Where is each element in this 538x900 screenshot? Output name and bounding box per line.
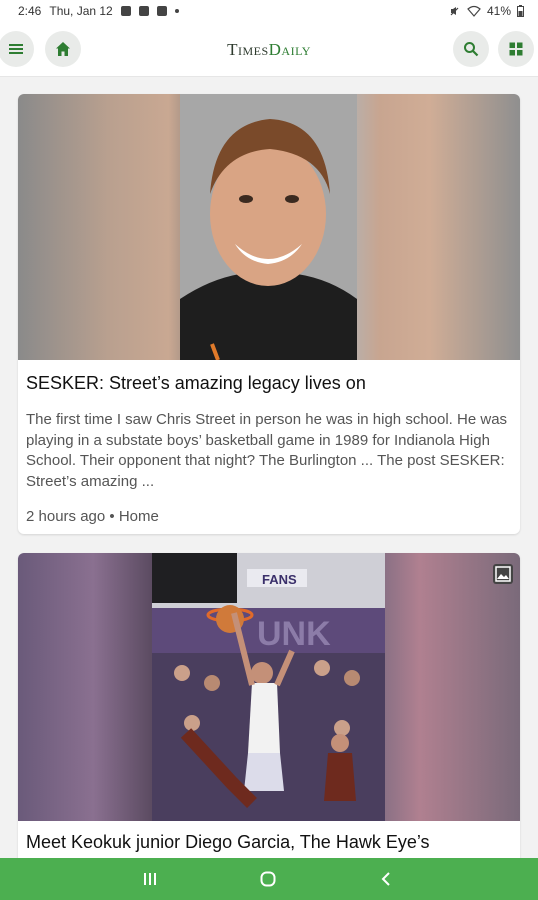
portrait-illustration [180, 94, 357, 360]
article-title[interactable]: Meet Keokuk junior Diego Garcia, The Haw… [26, 831, 510, 853]
search-icon [464, 42, 479, 57]
home-circle-icon [260, 871, 276, 887]
article-time: 2 hours ago [26, 508, 106, 525]
sections-button[interactable] [498, 31, 534, 67]
banner-text: FANS [262, 572, 297, 587]
article-image[interactable] [18, 94, 520, 360]
basketball-photo: FANS UNK [152, 553, 385, 821]
back-chevron-icon [381, 872, 390, 886]
photo-gallery-icon [493, 564, 513, 584]
status-bar: 2:46 Thu, Jan 12 41% [0, 0, 538, 24]
status-time: 2:46 [18, 4, 42, 18]
status-left: 2:46 Thu, Jan 12 [18, 4, 179, 18]
status-date: Thu, Jan 12 [49, 4, 113, 18]
article-image[interactable]: FANS UNK [18, 553, 520, 821]
article-card[interactable]: SESKER: Street’s amazing legacy lives on… [18, 94, 520, 534]
more-notifications-icon [174, 9, 179, 13]
basketball-illustration: FANS UNK [152, 553, 385, 821]
search-button[interactable] [453, 31, 489, 67]
battery-percent: 41% [486, 4, 511, 18]
home-nav-button[interactable] [256, 868, 280, 890]
recent-apps-button[interactable] [138, 868, 162, 890]
article-title[interactable]: SESKER: Street’s amazing legacy lives on [26, 372, 510, 394]
article-excerpt: The first time I saw Chris Street in per… [26, 411, 508, 490]
mute-icon [450, 7, 459, 16]
gallery-notification-icon [120, 6, 131, 16]
alarm-notification-icon [156, 6, 167, 16]
logo-main: Times [227, 40, 269, 59]
article-meta: 2 hours ago • Home [26, 508, 159, 525]
sync-notification-icon [138, 6, 149, 16]
logo-accent: Daily [268, 40, 311, 59]
back-button[interactable] [374, 868, 398, 890]
meta-separator: • [109, 508, 115, 525]
article-section[interactable]: Home [119, 508, 159, 525]
status-right: 41% [449, 4, 524, 18]
wall-text: UNK [257, 615, 331, 653]
app-header: TimesDaily [0, 24, 538, 77]
article-card[interactable]: FANS UNK Meet Keokuk junior Diego Garcia… [18, 553, 520, 873]
battery-icon [517, 5, 524, 17]
system-nav-bar [0, 858, 538, 900]
recent-apps-icon [144, 873, 156, 885]
grid-icon [509, 42, 523, 56]
portrait-photo [180, 94, 357, 360]
wifi-icon [467, 5, 481, 17]
